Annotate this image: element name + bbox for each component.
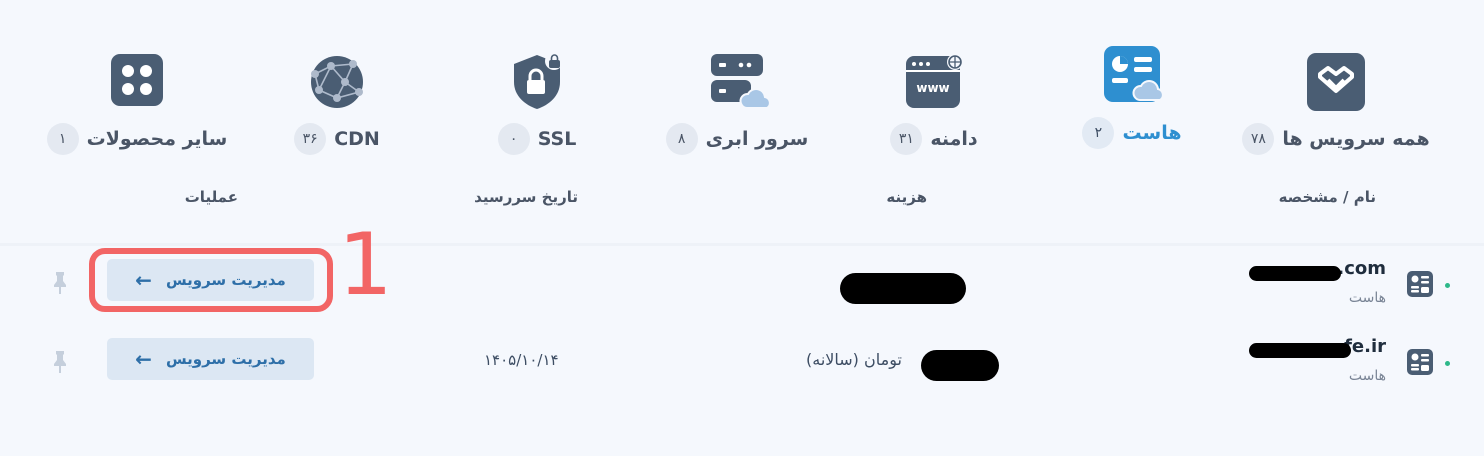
host-service-icon <box>1406 348 1434 376</box>
tab-count-badge: ۸ <box>665 123 698 155</box>
tab-cdn[interactable]: CDN ۳۶ <box>237 0 437 175</box>
table-header: نام / مشخصه هزینه تاریخ سررسید عملیات <box>0 188 1484 218</box>
tab-domain[interactable]: www دامنه ۳۱ <box>834 0 1034 175</box>
tab-ssl[interactable]: SSL ۰ <box>437 0 637 175</box>
redacted-price-amount <box>921 350 999 381</box>
column-header-cost: هزینه <box>886 188 927 206</box>
tab-count-badge: ۱ <box>46 123 79 155</box>
redacted-price <box>840 273 966 304</box>
tab-other-products[interactable]: سایر محصولات ۱ <box>37 0 237 175</box>
tab-count-badge: ۳۶ <box>294 123 327 155</box>
redacted-service-name <box>1249 343 1351 358</box>
tab-count-badge: ۷۸ <box>1242 123 1275 155</box>
tab-label: سرور ابری <box>705 128 809 150</box>
column-header-due-date: تاریخ سررسید <box>474 188 578 206</box>
annotation-number: 1 <box>338 215 393 315</box>
ssl-lock-icon <box>507 52 567 112</box>
due-date: ۱۴۰۵/۱۰/۱۴ <box>484 351 559 369</box>
host-chart-icon <box>1102 44 1164 104</box>
tab-count-badge: ۳۱ <box>890 123 923 155</box>
tab-cloud-server[interactable]: سرور ابری ۸ <box>637 0 837 175</box>
tab-label: SSL <box>537 128 577 150</box>
service-type: هاست <box>1348 368 1386 384</box>
pin-icon[interactable] <box>52 271 68 295</box>
hearts-icon <box>1306 52 1366 112</box>
redacted-service-name <box>1249 266 1341 281</box>
grid-icon <box>107 52 167 112</box>
tab-label: CDN <box>334 128 380 150</box>
tab-all-services[interactable]: همه سرویس ها ۷۸ <box>1236 0 1436 175</box>
www-icon: www <box>904 52 964 112</box>
manage-service-button[interactable]: مدیریت سرویس ← <box>107 338 314 380</box>
network-globe-icon <box>307 52 367 112</box>
tab-count-badge: ۲ <box>1082 117 1115 149</box>
manage-service-label: مدیریت سرویس <box>165 350 286 368</box>
column-header-name: نام / مشخصه <box>1278 188 1376 206</box>
tab-host[interactable]: هاست ۲ <box>1032 0 1232 175</box>
annotation-highlight-box <box>89 248 333 312</box>
host-service-icon <box>1406 270 1434 298</box>
table-row: fe.ir هاست تومان (سالانه) ۱۴۰۵/۱۰/۱۴ مدی… <box>0 330 1484 390</box>
service-name-link[interactable]: .com <box>1337 258 1386 279</box>
status-dot <box>1445 283 1450 288</box>
service-type: هاست <box>1348 290 1386 306</box>
column-header-actions: عملیات <box>184 188 238 206</box>
svg-text:www: www <box>916 81 949 95</box>
service-category-tabs: همه سرویس ها ۷۸ هاست ۲ www دامنه ۳۱ سرور… <box>0 0 1484 175</box>
pin-icon[interactable] <box>52 350 68 374</box>
cloud-server-icon <box>707 52 771 112</box>
tab-label: همه سرویس ها <box>1282 128 1430 150</box>
tab-label: هاست <box>1122 122 1182 144</box>
status-dot <box>1445 361 1450 366</box>
service-price: تومان (سالانه) <box>806 350 902 369</box>
tab-label: سایر محصولات <box>86 128 228 150</box>
header-divider <box>0 243 1484 246</box>
tab-count-badge: ۰ <box>497 123 530 155</box>
tab-label: دامنه <box>930 128 978 150</box>
arrow-left-icon: ← <box>135 347 152 371</box>
